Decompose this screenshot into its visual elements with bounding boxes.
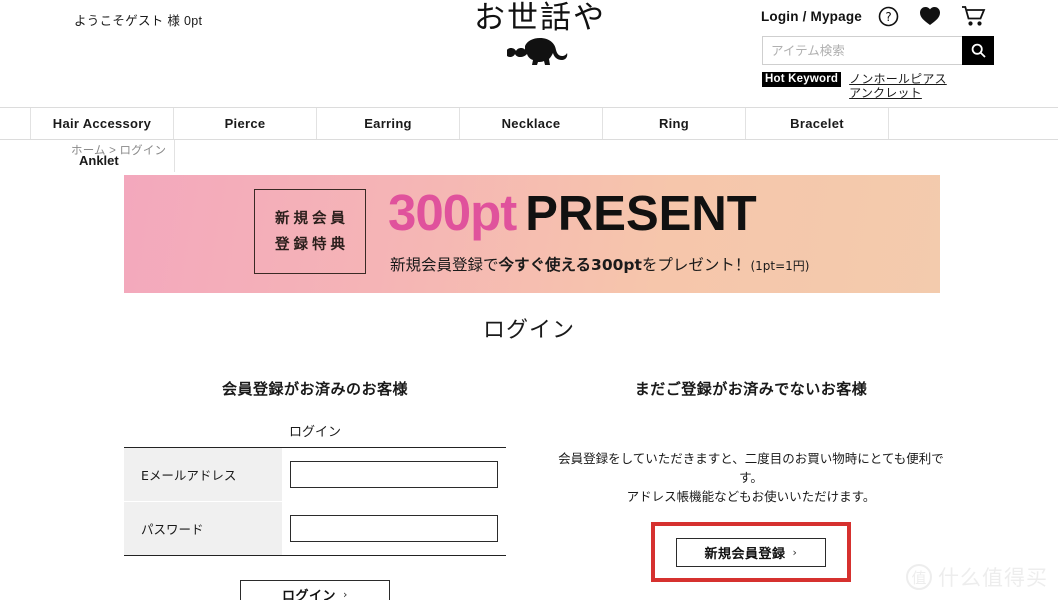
login-section-heading: 会員登録がお済みのお客様: [221, 380, 408, 398]
promo-sub-suffix: をプレゼント！: [641, 256, 751, 274]
search-icon: [971, 43, 986, 58]
main-navigation: Hair Accessory Pierce Earring Necklace R…: [0, 107, 1058, 140]
login-mypage-link[interactable]: Login / Mypage: [761, 9, 862, 24]
promo-sub-bold: 今すぐ使える300pt: [498, 256, 642, 274]
search-submit-button[interactable]: [962, 36, 994, 65]
favorites-heart-icon[interactable]: [919, 6, 941, 26]
page-title: ログイン: [482, 318, 575, 343]
promo-subtext: 新規会員登録で今すぐ使える300ptをプレゼント！(1pt=1円): [390, 253, 809, 275]
promo-badge-line2: 登録特典: [275, 236, 349, 253]
nav-item-bracelet[interactable]: Bracelet: [746, 108, 889, 139]
email-field-label: Eメールアドレス: [124, 447, 282, 502]
table-row: Eメールアドレス: [124, 447, 506, 502]
search-box: [762, 36, 994, 65]
promo-points: 300pt: [388, 184, 517, 241]
register-description-line-3: アドレス帳機能などもお使いいただけます。: [626, 489, 876, 504]
shopping-cart-icon[interactable]: [961, 5, 986, 27]
register-description: 会員登録をしていただきますと、二度目のお買い物時にとても便利で す。 アドレス帳…: [552, 449, 950, 506]
nav-item-hair-accessory[interactable]: Hair Accessory: [31, 108, 174, 139]
register-description-line-2: す。: [739, 470, 763, 485]
watermark-text: 什么值得买: [938, 566, 1048, 590]
login-button-wrap: ログイン ›: [124, 580, 506, 600]
login-submit-label: ログイン: [282, 589, 337, 600]
promo-headline: 300pt PRESENT: [388, 187, 757, 239]
hot-keyword-area: Hot Keyword ノンホールピアス アンクレット: [762, 72, 947, 100]
nav-item-necklace[interactable]: Necklace: [460, 108, 603, 139]
promo-present-text: PRESENT: [525, 187, 757, 241]
login-form-caption: ログイン: [288, 425, 341, 440]
register-button-highlight: 新規会員登録 ›: [651, 522, 851, 582]
nav-leading-spacer: [0, 108, 31, 139]
hot-keyword-link-1[interactable]: ノンホールピアス: [849, 72, 947, 86]
login-section: 会員登録がお済みのお客様 ログイン Eメールアドレス パスワード ログイン ›: [124, 378, 506, 600]
promo-badge: 新規会員 登録特典: [254, 189, 366, 274]
promo-banner[interactable]: 新規会員 登録特典 300pt PRESENT 新規会員登録で今すぐ使える300p…: [124, 175, 940, 293]
nav-item-pierce[interactable]: Pierce: [174, 108, 317, 139]
register-description-line-1: 会員登録をしていただきますと、二度目のお買い物時にとても便利で: [558, 451, 944, 466]
chevron-right-icon: ›: [792, 545, 798, 559]
elephant-icon: [455, 37, 625, 67]
hot-keyword-badge: Hot Keyword: [762, 72, 842, 87]
nav-item-ring[interactable]: Ring: [603, 108, 746, 139]
hot-keyword-link-2[interactable]: アンクレット: [849, 86, 947, 100]
register-button-label: 新規会員登録: [704, 546, 786, 562]
svg-text:?: ?: [885, 10, 891, 24]
header-icon-group: ?: [878, 5, 986, 27]
nav-overlay-divider: [174, 140, 175, 172]
password-field[interactable]: [290, 514, 498, 542]
register-button[interactable]: 新規会員登録 ›: [676, 537, 826, 567]
nav-item-anklet[interactable]: Anklet: [79, 153, 119, 168]
page-root: ようこそゲスト 様 0pt お世話や Login / Mypage ? アイテム…: [0, 0, 1058, 600]
login-form-table: Eメールアドレス パスワード: [124, 447, 506, 556]
password-field-cell: [282, 501, 506, 556]
table-row: パスワード: [124, 501, 506, 556]
chevron-right-icon: ›: [343, 588, 348, 600]
logo-text: お世話や: [474, 0, 606, 36]
email-field[interactable]: [290, 461, 498, 489]
email-field-cell: [282, 447, 506, 502]
nav-item-earring[interactable]: Earring: [317, 108, 460, 139]
search-input[interactable]: [762, 36, 962, 65]
login-submit-button[interactable]: ログイン ›: [240, 580, 390, 600]
help-icon[interactable]: ?: [878, 6, 899, 27]
register-section-heading: まだご登録がお済みでないお客様: [634, 380, 868, 398]
promo-sub-prefix: 新規会員登録で: [390, 256, 499, 274]
register-section: まだご登録がお済みでないお客様 会員登録をしていただきますと、二度目のお買い物時…: [552, 378, 950, 582]
password-field-label: パスワード: [124, 501, 282, 556]
promo-badge-line1: 新規会員: [275, 210, 349, 227]
nav-trailing-spacer: [889, 108, 1058, 139]
hot-keyword-links: ノンホールピアス アンクレット: [849, 72, 947, 100]
guest-greeting: ようこそゲスト 様 0pt: [74, 14, 203, 28]
site-logo[interactable]: お世話や: [455, 2, 625, 67]
promo-sub-note: (1pt=1円): [750, 259, 810, 273]
